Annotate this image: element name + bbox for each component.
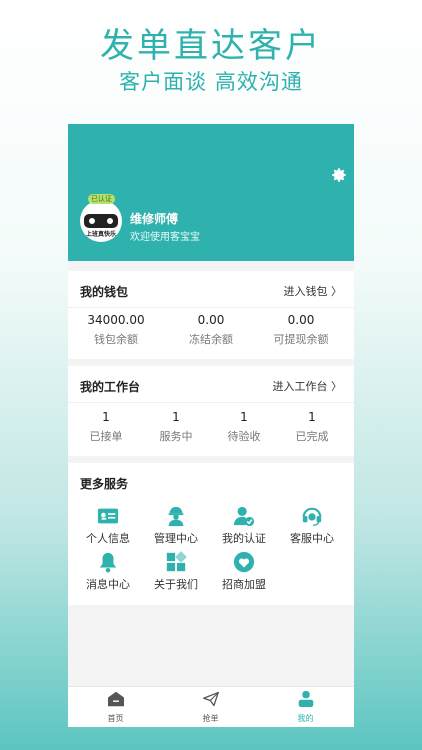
services-card: 更多服务 个人信息 管理中心 我的认证 客服中心 消息中心 关于我们 招商加盟 bbox=[68, 463, 354, 605]
service-label: 客服中心 bbox=[290, 532, 334, 545]
enter-wallet-link[interactable]: 进入钱包 〉 bbox=[284, 283, 343, 299]
service-label: 个人信息 bbox=[86, 532, 130, 545]
grid-icon bbox=[166, 551, 187, 572]
verified-badge: 已认证 bbox=[88, 194, 115, 204]
heart-icon bbox=[233, 551, 255, 573]
services-title: 更多服务 bbox=[80, 477, 129, 491]
welcome-text: 欢迎使用客宝宝 bbox=[130, 232, 200, 243]
tab-label: 抢单 bbox=[202, 714, 219, 723]
avatar-text: 上班真快乐 bbox=[85, 231, 116, 238]
user-name: 维修师傅 bbox=[130, 212, 179, 226]
user-icon bbox=[298, 691, 313, 707]
wallet-title: 我的钱包 bbox=[80, 285, 129, 299]
wallet-balance[interactable]: 34000.00 钱包余额 bbox=[68, 313, 164, 347]
stat-value: 1 bbox=[308, 410, 316, 424]
stat-label: 可提现余额 bbox=[273, 333, 329, 346]
bottom-tab-bar: 首页 抢单 我的 bbox=[68, 686, 354, 727]
divider bbox=[68, 307, 354, 308]
service-label: 招商加盟 bbox=[222, 578, 266, 591]
service-my-verification[interactable]: 我的认证 bbox=[210, 505, 278, 546]
stat-value: 0.00 bbox=[197, 313, 225, 327]
verified-user-icon bbox=[233, 506, 255, 527]
hero-title: 发单直达客户 bbox=[100, 26, 322, 66]
service-about-us[interactable]: 关于我们 bbox=[142, 551, 210, 592]
home-icon bbox=[107, 691, 124, 707]
paper-plane-icon bbox=[202, 691, 219, 707]
stat-label: 已完成 bbox=[295, 430, 329, 443]
app-screen: 上班真快乐 已认证 维修师傅 欢迎使用客宝宝 我的钱包 进入钱包 〉 34000… bbox=[68, 124, 354, 727]
service-franchise[interactable]: 招商加盟 bbox=[210, 551, 278, 592]
stat-label: 冻结余额 bbox=[189, 333, 233, 346]
stat-value: 0.00 bbox=[287, 313, 315, 327]
service-label: 关于我们 bbox=[154, 578, 198, 591]
tab-mine[interactable]: 我的 bbox=[258, 691, 353, 724]
completed-orders[interactable]: 1 已完成 bbox=[264, 410, 354, 444]
service-customer-center[interactable]: 客服中心 bbox=[278, 505, 346, 546]
worker-icon bbox=[168, 506, 184, 527]
withdrawable-balance[interactable]: 0.00 可提现余额 bbox=[253, 313, 349, 347]
hero-subtitle: 客户面谈 高效沟通 bbox=[119, 70, 303, 94]
tab-label: 我的 bbox=[297, 714, 314, 723]
gear-icon[interactable] bbox=[330, 166, 348, 184]
service-management-center[interactable]: 管理中心 bbox=[142, 505, 210, 546]
workbench-card: 我的工作台 进入工作台 〉 1 已接单 1 服务中 1 待验收 1 已完成 bbox=[68, 366, 354, 456]
divider bbox=[68, 402, 354, 403]
avatar[interactable]: 上班真快乐 bbox=[80, 200, 122, 242]
service-label: 我的认证 bbox=[222, 532, 266, 545]
profile-header: 上班真快乐 已认证 维修师傅 欢迎使用客宝宝 bbox=[68, 124, 354, 261]
frozen-balance[interactable]: 0.00 冻结余额 bbox=[163, 313, 259, 347]
stat-label: 钱包余额 bbox=[94, 333, 138, 346]
id-card-icon bbox=[97, 508, 119, 524]
enter-workbench-link[interactable]: 进入工作台 〉 bbox=[273, 378, 343, 394]
service-message-center[interactable]: 消息中心 bbox=[74, 551, 142, 592]
workbench-title: 我的工作台 bbox=[80, 380, 141, 394]
tab-home[interactable]: 首页 bbox=[68, 691, 163, 724]
stat-value: 34000.00 bbox=[87, 313, 145, 327]
service-personal-info[interactable]: 个人信息 bbox=[74, 505, 142, 546]
service-label: 消息中心 bbox=[86, 578, 130, 591]
bell-icon bbox=[99, 552, 117, 573]
tab-label: 首页 bbox=[107, 714, 124, 723]
wallet-card: 我的钱包 进入钱包 〉 34000.00 钱包余额 0.00 冻结余额 0.00… bbox=[68, 271, 354, 359]
headset-icon bbox=[302, 507, 322, 526]
tab-grab-order[interactable]: 抢单 bbox=[163, 691, 258, 724]
service-label: 管理中心 bbox=[154, 532, 198, 545]
